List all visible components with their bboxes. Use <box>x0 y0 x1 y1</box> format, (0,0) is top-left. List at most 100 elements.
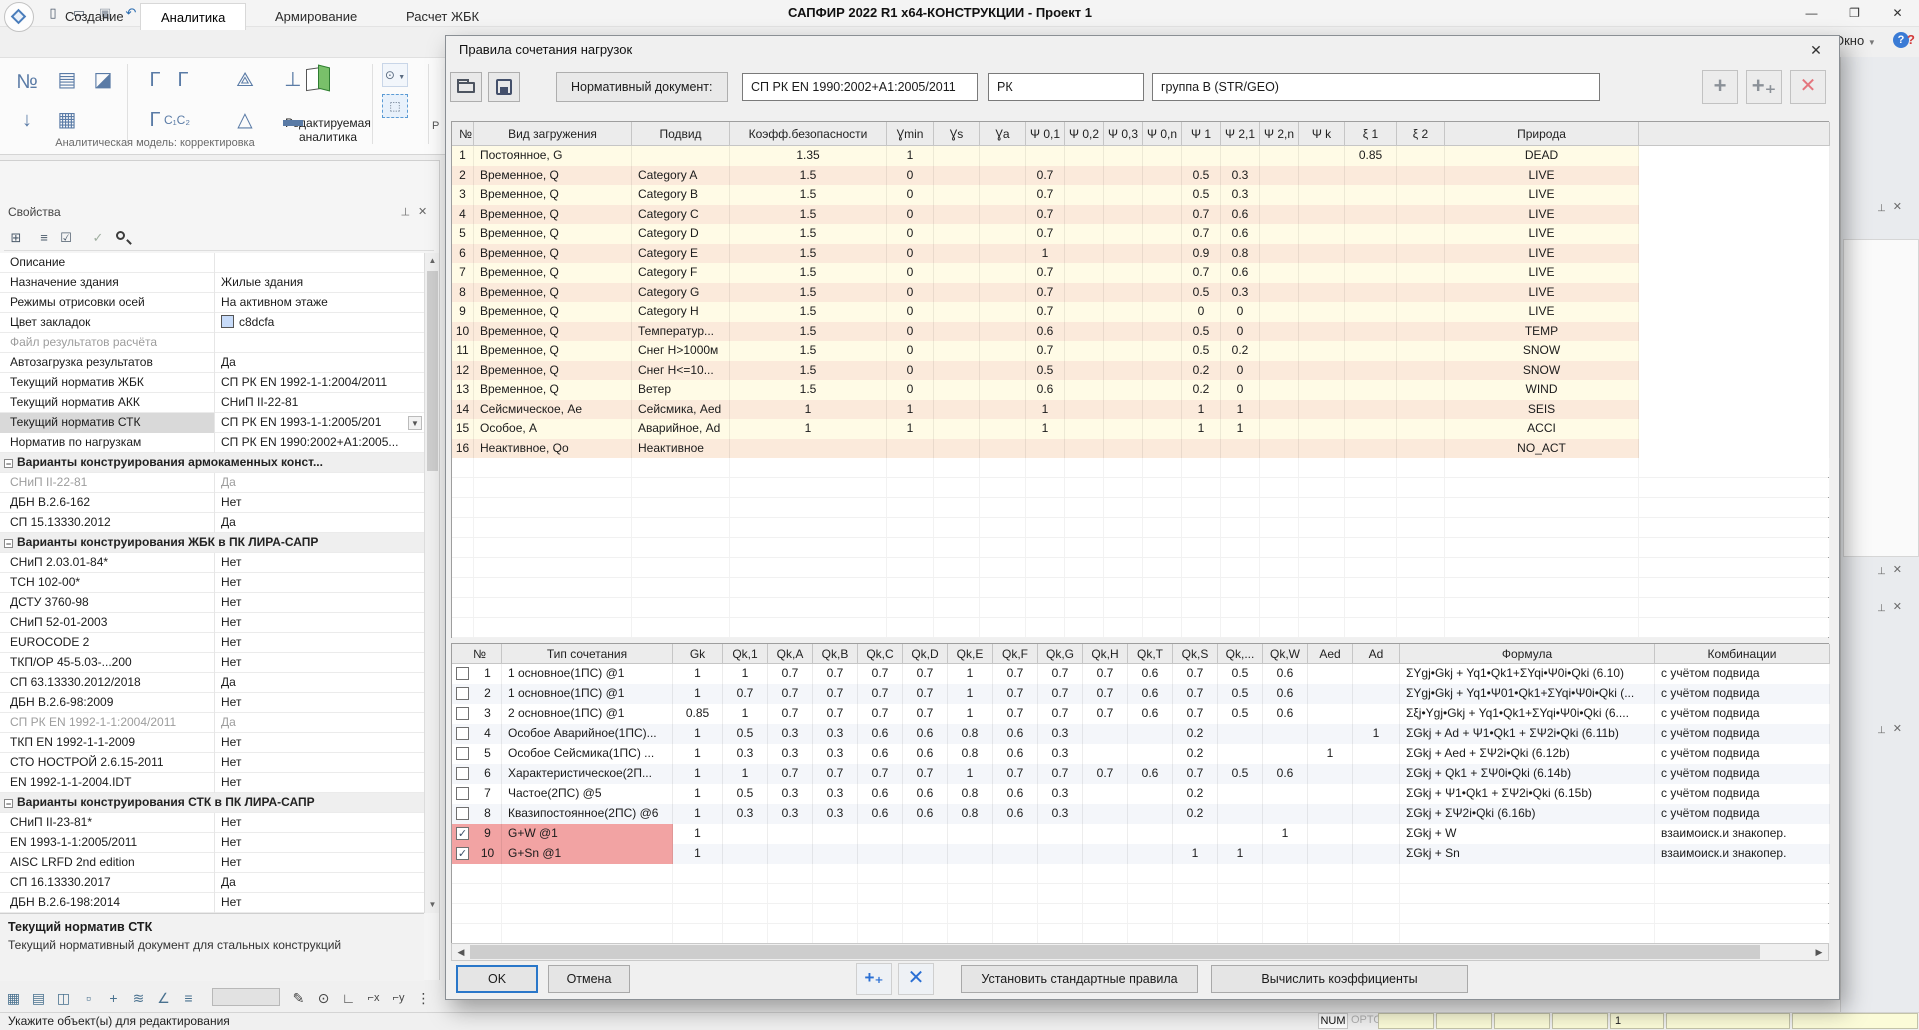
table-cell[interactable]: 0.7 <box>768 664 813 684</box>
property-value[interactable]: Нет <box>215 813 424 833</box>
property-row[interactable]: ДБН В.2.6-162Нет <box>0 493 424 513</box>
column-header[interactable]: Ψ 0,1 <box>1026 122 1065 146</box>
table-cell[interactable]: ΣGkj + Aed + ΣΨ2i•Qki (6.12b) <box>1400 744 1655 764</box>
dialog-title-bar[interactable] <box>446 36 1839 64</box>
column-header[interactable]: Qk,E <box>948 644 993 664</box>
table-cell[interactable] <box>813 824 858 844</box>
table-cell[interactable] <box>1308 664 1353 684</box>
table-cell[interactable]: NO_ACT <box>1445 439 1639 459</box>
categorized-view-icon[interactable]: ⊞ <box>6 228 26 248</box>
property-row[interactable]: ТКП EN 1992-1-1-2009Нет <box>0 733 424 753</box>
draw-corner-icon[interactable]: ∟ <box>337 986 360 1009</box>
table-cell[interactable] <box>1299 244 1345 264</box>
column-header[interactable]: № <box>452 644 502 664</box>
table-cell[interactable]: Частое(2ПС) @5 <box>502 784 673 804</box>
snap-grid-icon[interactable]: ▦ <box>2 986 25 1009</box>
table-cell[interactable] <box>903 824 948 844</box>
column-header[interactable]: Qk,D <box>903 644 948 664</box>
table-cell[interactable]: Временное, Q <box>474 283 632 303</box>
normative-document-button[interactable]: Нормативный документ: <box>556 72 728 102</box>
table-row[interactable]: 32 основное(1ПС) @10.8510.70.70.70.710.7… <box>452 704 1828 724</box>
table-cell[interactable] <box>1397 166 1445 186</box>
table-cell[interactable] <box>723 844 768 864</box>
support-frame-icon[interactable]: ⟁ <box>228 64 262 96</box>
property-row[interactable]: Текущий норматив ЖБКСП РК EN 1992-1-1:20… <box>0 373 424 393</box>
table-cell[interactable]: 0 <box>887 361 934 381</box>
ucs-x-icon[interactable]: ⌐x <box>362 986 385 1009</box>
snap-list-icon[interactable]: ≡ <box>177 986 200 1009</box>
table-cell[interactable]: Ветер <box>632 380 730 400</box>
maximize-button[interactable]: ❐ <box>1833 0 1876 27</box>
table-cell[interactable] <box>1143 419 1182 439</box>
table-cell[interactable]: взаимоиск.и знакопер. <box>1655 824 1830 844</box>
empty-row[interactable] <box>452 864 1828 884</box>
table-cell[interactable] <box>1104 166 1143 186</box>
table-cell[interactable]: 1 <box>1173 844 1218 864</box>
property-value[interactable]: Нет <box>215 693 424 713</box>
table-cell[interactable]: LIVE <box>1445 185 1639 205</box>
table-cell[interactable]: 8 <box>452 804 502 824</box>
draw-circle-icon[interactable]: ⊙ <box>312 986 335 1009</box>
column-header[interactable]: Ψ 2,1 <box>1221 122 1260 146</box>
table-cell[interactable] <box>980 439 1026 459</box>
table-cell[interactable] <box>1263 784 1308 804</box>
table-cell[interactable]: 2 <box>452 684 502 704</box>
table-cell[interactable]: Временное, Q <box>474 361 632 381</box>
table-cell[interactable] <box>813 844 858 864</box>
stiffness-c1c2-icon[interactable]: C₁C₂ <box>160 104 194 136</box>
table-cell[interactable] <box>1299 419 1345 439</box>
property-row[interactable]: EUROCODE 2Нет <box>0 633 424 653</box>
table-cell[interactable]: Σξj•Ygj•Gkj + Yq1•Qk1+ΣYqi•Ψ0i•Qki (6...… <box>1400 704 1655 724</box>
table-cell[interactable]: ΣGkj + ΣΨ2i•Qki (6.16b) <box>1400 804 1655 824</box>
table-cell[interactable]: 0.5 <box>723 784 768 804</box>
table-cell[interactable]: LIVE <box>1445 166 1639 186</box>
tab-rc-calc[interactable]: Расчет ЖБК <box>386 3 499 30</box>
table-cell[interactable] <box>1299 283 1345 303</box>
property-value[interactable]: c8dcfa <box>215 313 424 333</box>
checkbox-checked[interactable]: ✓ <box>456 827 469 840</box>
table-cell[interactable]: 0.7 <box>768 684 813 704</box>
table-cell[interactable] <box>1065 166 1104 186</box>
table-cell[interactable]: Особое Аварийное(1ПС)... <box>502 724 673 744</box>
table-cell[interactable] <box>1299 166 1345 186</box>
column-header[interactable]: Ψ 0,n <box>1143 122 1182 146</box>
table-cell[interactable]: 0.5 <box>1218 684 1263 704</box>
table-cell[interactable]: ΣYgj•Gkj + Yq1•Ψ01•Qk1+ΣYqi•Ψ0i•Qki (... <box>1400 684 1655 704</box>
table-cell[interactable]: Временное, Q <box>474 224 632 244</box>
scrollbar-thumb[interactable] <box>470 945 1760 959</box>
table-cell[interactable] <box>1345 361 1397 381</box>
column-header[interactable]: Ɣa <box>980 122 1026 146</box>
table-cell[interactable] <box>1397 322 1445 342</box>
checkbox-unchecked[interactable] <box>456 707 469 720</box>
table-cell[interactable]: 0.7 <box>723 684 768 704</box>
table-cell[interactable] <box>1065 400 1104 420</box>
table-cell[interactable] <box>980 283 1026 303</box>
table-cell[interactable] <box>934 244 980 264</box>
table-cell[interactable] <box>1143 283 1182 303</box>
property-row[interactable]: AISC LRFD 2nd editionНет <box>0 853 424 873</box>
collapse-icon[interactable]: − <box>4 539 13 548</box>
table-cell[interactable] <box>1221 439 1260 459</box>
table-cell[interactable] <box>1345 380 1397 400</box>
table-cell[interactable]: 1.5 <box>730 263 887 283</box>
table-cell[interactable]: 0.7 <box>1026 283 1065 303</box>
table-cell[interactable]: с учётом подвида <box>1655 704 1830 724</box>
table-cell[interactable] <box>1143 380 1182 400</box>
table-cell[interactable]: 0.6 <box>1221 224 1260 244</box>
table-cell[interactable]: ΣGkj + Sn <box>1400 844 1655 864</box>
selection-frame-button[interactable]: ⬚ <box>382 94 408 118</box>
column-header[interactable]: Природа <box>1445 122 1639 146</box>
table-row[interactable]: ✓9G+W @111ΣGkj + Wвзаимоиск.и знакопер. <box>452 824 1828 844</box>
checkbox-checked[interactable]: ✓ <box>456 847 469 860</box>
table-cell[interactable]: 0.2 <box>1173 724 1218 744</box>
table-cell[interactable]: 1.5 <box>730 322 887 342</box>
dialog-close-button[interactable]: ✕ <box>1801 39 1831 61</box>
property-row[interactable]: СНиП II-22-81Да <box>0 473 424 493</box>
table-cell[interactable]: 1 <box>948 664 993 684</box>
checkbox-unchecked[interactable] <box>456 747 469 760</box>
app-logo-button[interactable] <box>4 2 34 32</box>
table-cell[interactable]: 1 <box>673 804 723 824</box>
scroll-down-icon[interactable]: ▼ <box>425 897 440 913</box>
table-cell[interactable] <box>934 205 980 225</box>
property-value[interactable]: Нет <box>215 893 424 913</box>
